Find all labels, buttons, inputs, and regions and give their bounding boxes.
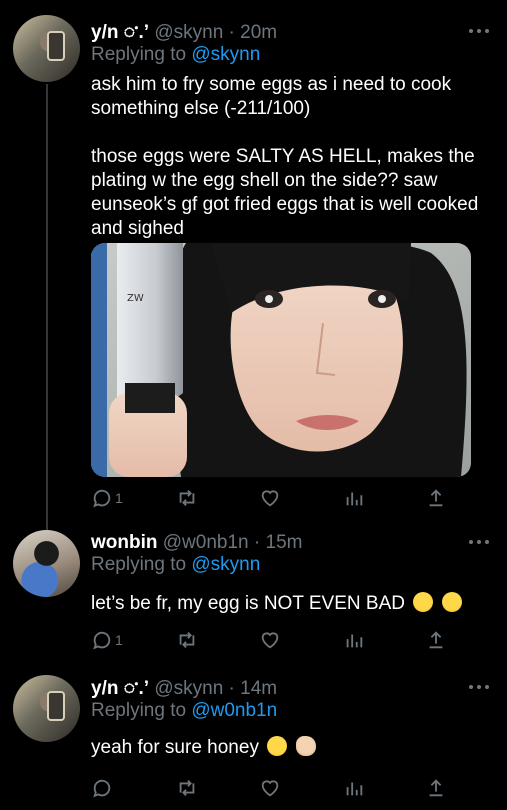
reply-button[interactable]: 1 [91,486,123,510]
tweet-actions [91,776,451,800]
analytics-button[interactable] [343,486,365,510]
handle[interactable]: @w0nb1n [163,532,249,553]
photo-person-with-knife: ZW [91,243,471,477]
reply-count: 1 [115,490,123,506]
timestamp[interactable]: 20m [240,22,277,43]
tweet-actions: 1 [91,628,451,652]
share-button[interactable] [425,628,447,652]
thumbs-up-icon [295,736,316,756]
tweet-text: yeah for sure honey [91,736,491,760]
tweet-3: y/n 𑀀.’ @skynn · 14m Replying to @w0nb1n… [0,670,507,810]
display-name[interactable]: y/n 𑀀.’ [91,678,149,699]
heart-icon [261,632,279,649]
retweet-icon [179,780,195,796]
face-with-steam-icon [413,592,434,612]
tweet-text: let’s be fr, my egg is NOT EVEN BAD [91,592,491,616]
avatar[interactable] [13,675,80,742]
timestamp[interactable]: 15m [266,532,303,553]
face-with-steam-icon [441,592,462,612]
heart-icon [261,490,279,507]
like-button[interactable] [259,628,281,652]
reply-icon [93,779,111,798]
more-options-icon[interactable] [469,540,489,546]
analytics-button[interactable] [343,776,365,800]
tweet-text-content: let’s be fr, my egg is NOT EVEN BAD [91,593,405,614]
svg-text:ZW: ZW [127,293,144,304]
smirking-face-icon [267,736,288,756]
tweet-photo[interactable]: ZW [91,243,471,477]
heart-icon [261,780,279,797]
replying-to-handle[interactable]: @w0nb1n [191,700,277,721]
reply-icon [93,489,111,508]
handle[interactable]: @skynn [154,22,223,43]
reply-count: 1 [115,632,123,648]
replying-to-prefix: Replying to [91,44,187,65]
share-button[interactable] [425,776,447,800]
tweet-paragraph: those eggs were SALTY AS HELL, makes the… [91,146,479,239]
replying-to: Replying to @skynn [91,554,260,576]
tweet-paragraph: ask him to fry some eggs as i need to co… [91,74,452,119]
separator: · [228,22,235,43]
analytics-button[interactable] [343,628,365,652]
analytics-icon [346,634,363,648]
like-button[interactable] [259,776,281,800]
display-name[interactable]: wonbin [91,532,157,553]
tweet-header: wonbin @w0nb1n · 15m [91,532,302,554]
tweet-header: y/n 𑀀.’ @skynn · 20m [91,22,277,44]
share-icon [429,489,443,507]
reply-button[interactable] [91,776,115,800]
reply-icon [93,631,111,650]
retweet-icon [179,490,195,506]
separator: · [253,532,261,553]
handle[interactable]: @skynn [154,678,223,699]
reply-button[interactable]: 1 [91,628,123,652]
tweet-2: wonbin @w0nb1n · 15m Replying to @skynn … [0,520,507,670]
retweet-icon [179,632,195,648]
tweet-text: ask him to fry some eggs as i need to co… [91,73,491,241]
share-button[interactable] [425,486,447,510]
like-button[interactable] [259,486,281,510]
tweet-1: y/n 𑀀.’ @skynn · 20m Replying to @skynn … [0,0,507,520]
retweet-button[interactable] [175,628,199,652]
analytics-icon [346,492,363,506]
display-name[interactable]: y/n 𑀀.’ [91,22,149,43]
replying-to: Replying to @skynn [91,44,260,66]
replying-to: Replying to @w0nb1n [91,700,277,722]
more-options-icon[interactable] [469,29,489,35]
retweet-button[interactable] [175,776,199,800]
replying-to-handle[interactable]: @skynn [191,44,260,65]
tweet-text-content: yeah for sure honey [91,737,259,758]
share-icon [429,779,443,797]
tweet-header: y/n 𑀀.’ @skynn · 14m [91,678,277,700]
separator: · [228,678,235,699]
tweet-actions: 1 [91,486,451,510]
replying-to-handle[interactable]: @skynn [191,554,260,575]
retweet-button[interactable] [175,486,199,510]
replying-to-prefix: Replying to [91,554,187,575]
avatar[interactable] [13,15,80,82]
analytics-icon [346,782,363,796]
avatar[interactable] [13,530,80,597]
replying-to-prefix: Replying to [91,700,187,721]
timestamp[interactable]: 14m [240,678,277,699]
share-icon [429,631,443,649]
more-options-icon[interactable] [469,685,489,691]
